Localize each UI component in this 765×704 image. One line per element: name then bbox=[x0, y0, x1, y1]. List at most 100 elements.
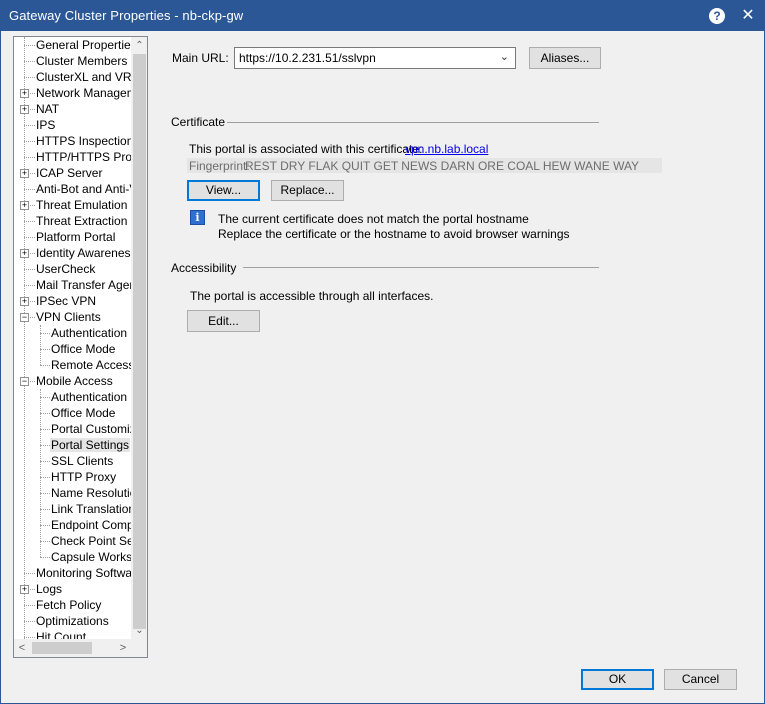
tree-item[interactable]: Anti-Bot and Anti-Virus bbox=[35, 181, 131, 197]
tree-item-label: HTTP/HTTPS Proxy bbox=[36, 150, 131, 164]
navigation-tree[interactable]: General Properties Cluster Members Cluster… bbox=[13, 36, 148, 658]
horizontal-scroll-thumb[interactable] bbox=[32, 642, 92, 654]
expand-icon[interactable]: + bbox=[20, 585, 29, 594]
tree-item-label: Name Resolution bbox=[51, 486, 131, 500]
tree-item-label: Monitoring Software Blade bbox=[36, 566, 131, 580]
tree-connector bbox=[40, 461, 50, 462]
chevron-down-icon[interactable]: ⌄ bbox=[500, 50, 509, 63]
tree-item[interactable]: Identity Awareness bbox=[35, 245, 131, 261]
help-icon[interactable]: ? bbox=[709, 8, 725, 24]
tree-item[interactable]: Authentication bbox=[50, 389, 128, 405]
tree-item[interactable]: ClusterXL and VRRP bbox=[35, 69, 131, 85]
tree-item[interactable]: IPSec VPN bbox=[35, 293, 97, 309]
tree-item[interactable]: Endpoint Compliance bbox=[50, 517, 131, 533]
tree-item-label: HTTPS Inspection bbox=[36, 134, 131, 148]
tree-connector bbox=[24, 61, 35, 62]
tree-horizontal-scrollbar[interactable]: < > bbox=[14, 639, 131, 657]
tree-item[interactable]: Office Mode bbox=[50, 405, 116, 421]
tree-item-label: IPS bbox=[36, 118, 56, 132]
tree-item-label: NAT bbox=[36, 102, 60, 116]
tree-item-label: Logs bbox=[36, 582, 63, 596]
tree-connector bbox=[40, 557, 50, 558]
expand-icon[interactable]: + bbox=[20, 169, 29, 178]
tree-connector bbox=[24, 637, 35, 638]
tree-item[interactable]: Authentication bbox=[50, 325, 128, 341]
accessibility-divider bbox=[243, 267, 599, 268]
tree-item[interactable]: Portal Customization bbox=[50, 421, 131, 437]
accessibility-header: Accessibility bbox=[171, 261, 237, 275]
tree-item[interactable]: Threat Emulation bbox=[35, 197, 128, 213]
tree-root-connector bbox=[24, 37, 25, 639]
tree-item-label: Threat Emulation bbox=[36, 198, 128, 212]
expand-icon[interactable]: + bbox=[20, 89, 29, 98]
tree-item[interactable]: Network Management bbox=[35, 85, 131, 101]
ok-button[interactable]: OK bbox=[581, 669, 654, 690]
tree-item[interactable]: Hit Count bbox=[35, 629, 87, 639]
tree-item-label: Anti-Bot and Anti-Virus bbox=[36, 182, 131, 196]
tree-item[interactable]: General Properties bbox=[35, 37, 131, 53]
scroll-down-icon[interactable]: ⌄ bbox=[134, 623, 145, 638]
tree-item[interactable]: Mobile Access bbox=[35, 373, 114, 389]
collapse-icon[interactable]: − bbox=[20, 377, 29, 386]
tree-item[interactable]: Office Mode bbox=[50, 341, 116, 357]
tree-item[interactable]: SSL Clients bbox=[50, 453, 114, 469]
tree-connector bbox=[40, 541, 50, 542]
tree-item[interactable]: Link Translation bbox=[50, 501, 131, 517]
main-url-combobox[interactable]: https://10.2.231.51/sslvpn ⌄ bbox=[234, 47, 516, 69]
expand-icon[interactable]: + bbox=[20, 201, 29, 210]
expand-icon[interactable]: + bbox=[20, 249, 29, 258]
close-icon[interactable]: ✕ bbox=[739, 6, 757, 26]
tree-item[interactable]: Monitoring Software Blade bbox=[35, 565, 131, 581]
tree-item[interactable]: Remote Access bbox=[50, 357, 131, 373]
tree-connector bbox=[40, 413, 50, 414]
tree-item[interactable]: Mail Transfer Agent bbox=[35, 277, 131, 293]
aliases-button[interactable]: Aliases... bbox=[529, 47, 601, 69]
tree-item[interactable]: Check Point Secure Workspace bbox=[50, 533, 131, 549]
vertical-scroll-thumb[interactable] bbox=[133, 54, 146, 629]
tree-item-label: HTTP Proxy bbox=[51, 470, 117, 484]
tree-item[interactable]: HTTPS Inspection bbox=[35, 133, 131, 149]
tree-connector bbox=[24, 285, 35, 286]
tree-connector bbox=[24, 45, 35, 46]
tree-item[interactable]: Portal Settings bbox=[50, 437, 131, 453]
tree-item[interactable]: HTTP/HTTPS Proxy bbox=[35, 149, 131, 165]
collapse-icon[interactable]: − bbox=[20, 313, 29, 322]
tree-connector bbox=[40, 509, 50, 510]
expand-icon[interactable]: + bbox=[20, 105, 29, 114]
tree-item[interactable]: Capsule Workspace bbox=[50, 549, 131, 565]
scroll-right-icon[interactable]: > bbox=[116, 640, 130, 656]
fingerprint-value: REST DRY FLAK QUIT GET NEWS DARN ORE COA… bbox=[245, 159, 640, 173]
tree-item[interactable]: IPS bbox=[35, 117, 56, 133]
tree-item-label: VPN Clients bbox=[36, 310, 101, 324]
tree-item[interactable]: NAT bbox=[35, 101, 60, 117]
tree-item[interactable]: Optimizations bbox=[35, 613, 110, 629]
tree-vertical-scrollbar[interactable]: ⌃ ⌄ bbox=[131, 37, 147, 639]
tree-item-label: Portal Settings bbox=[50, 438, 131, 452]
tree-item-label: ClusterXL and VRRP bbox=[36, 70, 131, 84]
replace-certificate-button[interactable]: Replace... bbox=[271, 180, 344, 201]
tree-item-label: Portal Customization bbox=[51, 422, 131, 436]
tree-item[interactable]: Platform Portal bbox=[35, 229, 116, 245]
tree-item[interactable]: Name Resolution bbox=[50, 485, 131, 501]
tree-item[interactable]: UserCheck bbox=[35, 261, 96, 277]
scroll-left-icon[interactable]: < bbox=[15, 640, 29, 656]
scroll-up-icon[interactable]: ⌃ bbox=[134, 38, 145, 53]
expand-icon[interactable]: + bbox=[20, 297, 29, 306]
tree-item-label: IPSec VPN bbox=[36, 294, 97, 308]
tree-child-connector bbox=[40, 389, 41, 557]
tree-item[interactable]: Logs bbox=[35, 581, 63, 597]
tree-connector bbox=[24, 221, 35, 222]
tree-item[interactable]: Fetch Policy bbox=[35, 597, 102, 613]
tree-item[interactable]: Cluster Members bbox=[35, 53, 128, 69]
view-certificate-button[interactable]: View... bbox=[187, 180, 260, 201]
certificate-link[interactable]: vpn.nb.lab.local bbox=[405, 142, 488, 156]
window-title: Gateway Cluster Properties - nb-ckp-gw bbox=[9, 8, 244, 23]
tree-item[interactable]: VPN Clients bbox=[35, 309, 102, 325]
cancel-button[interactable]: Cancel bbox=[664, 669, 737, 690]
tree-connector bbox=[40, 525, 50, 526]
tree-connector bbox=[24, 573, 35, 574]
tree-item[interactable]: Threat Extraction bbox=[35, 213, 128, 229]
tree-item[interactable]: HTTP Proxy bbox=[50, 469, 117, 485]
edit-accessibility-button[interactable]: Edit... bbox=[187, 310, 260, 332]
tree-item[interactable]: ICAP Server bbox=[35, 165, 103, 181]
